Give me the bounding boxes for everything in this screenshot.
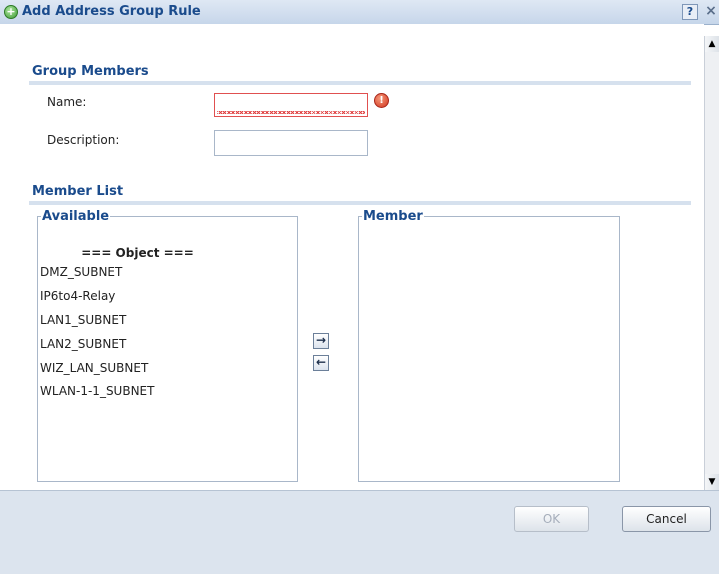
help-button[interactable]: ?: [682, 4, 698, 20]
add-icon: +: [4, 5, 18, 19]
list-item[interactable]: IP6to4-Relay: [40, 289, 115, 303]
cancel-button[interactable]: Cancel: [622, 506, 711, 532]
member-legend: Member: [363, 209, 423, 224]
dialog-titlebar: + Add Address Group Rule ? ×: [0, 0, 719, 25]
scroll-up-icon[interactable]: ▲: [705, 36, 719, 52]
available-list-box: Available === Object === DMZ_SUBNET IP6t…: [37, 209, 298, 482]
ok-button[interactable]: OK: [514, 506, 589, 532]
object-heading-text: === Object ===: [81, 246, 194, 260]
list-item[interactable]: WIZ_LAN_SUBNET: [40, 361, 148, 375]
list-item[interactable]: WLAN-1-1_SUBNET: [40, 384, 154, 398]
add-address-group-rule-dialog: + Add Address Group Rule ? × Group Membe…: [0, 0, 719, 574]
name-label: Name:: [47, 95, 87, 109]
group-members-section-title: Group Members: [32, 64, 149, 79]
scroll-down-icon[interactable]: ▼: [705, 474, 719, 490]
error-icon: !: [374, 93, 389, 108]
validation-underline: [217, 111, 365, 114]
dialog-content: Group Members Name: ! Description: Membe…: [0, 24, 704, 490]
remove-member-button[interactable]: ←: [313, 355, 329, 371]
list-item[interactable]: LAN1_SUBNET: [40, 313, 126, 327]
available-list[interactable]: === Object === DMZ_SUBNET IP6to4-Relay L…: [40, 246, 295, 479]
name-field[interactable]: [214, 93, 368, 117]
add-member-button[interactable]: →: [313, 333, 329, 349]
section-divider: [29, 81, 691, 85]
member-list-box: Member: [358, 209, 620, 482]
dialog-title: Add Address Group Rule: [22, 4, 201, 19]
description-field[interactable]: [214, 130, 368, 156]
list-item[interactable]: DMZ_SUBNET: [40, 265, 122, 279]
description-label: Description:: [47, 133, 120, 147]
object-heading: === Object ===: [40, 246, 235, 260]
member-list-section-title: Member List: [32, 184, 124, 199]
list-item[interactable]: LAN2_SUBNET: [40, 337, 126, 351]
member-list[interactable]: [361, 246, 617, 479]
section-divider: [29, 201, 691, 205]
dialog-footer: OK Cancel: [0, 490, 719, 574]
close-button[interactable]: ×: [703, 4, 719, 20]
vertical-scrollbar[interactable]: ▲ ▼: [704, 36, 719, 490]
available-legend: Available: [42, 209, 110, 224]
